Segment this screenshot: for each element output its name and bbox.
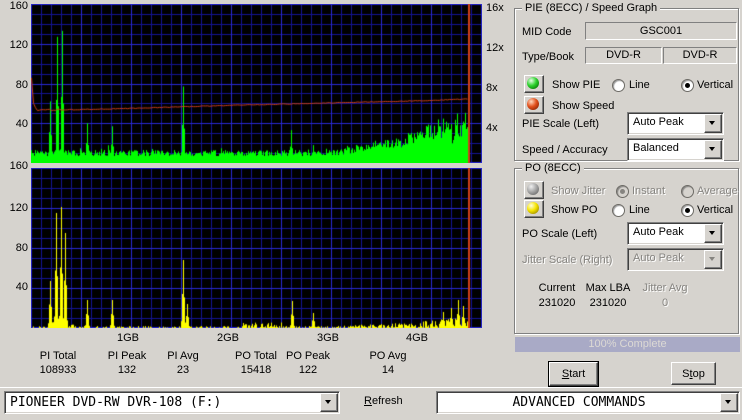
po-peak-label: PO Peak bbox=[279, 350, 337, 362]
book-type-field: DVD-R bbox=[663, 47, 737, 64]
pie-vertical-radio[interactable] bbox=[681, 79, 694, 92]
disc-quality-scan-window: 160 120 80 40 16x 12x 8x 4x 160 120 80 4… bbox=[0, 0, 742, 420]
max-lba-label: Max LBA bbox=[578, 282, 638, 294]
disc-type-field: DVD-R bbox=[585, 47, 662, 64]
pi-total-label: PI Total bbox=[23, 350, 93, 362]
jitter-average-radio bbox=[681, 185, 694, 198]
po-scale-label: PO Scale (Left) bbox=[522, 228, 597, 240]
pie-speed-chart bbox=[31, 4, 482, 163]
jitter-avg-value: 0 bbox=[635, 297, 695, 309]
gray-led-icon bbox=[527, 183, 539, 195]
show-jitter-label: Show Jitter bbox=[551, 185, 605, 197]
po-total-label: PO Total bbox=[225, 350, 287, 362]
yellow-led-icon bbox=[527, 202, 539, 214]
advanced-commands-value: ADVANCED COMMANDS bbox=[437, 395, 721, 410]
po-avg-value: 14 bbox=[359, 364, 417, 376]
refresh-link[interactable]: Refresh bbox=[364, 395, 403, 407]
type-book-label: Type/Book bbox=[522, 51, 574, 63]
pie-group-title: PIE (8ECC) / Speed Graph bbox=[522, 2, 660, 14]
jitter-instant-label: Instant bbox=[632, 185, 665, 197]
po-line-label: Line bbox=[629, 204, 650, 216]
show-jitter-led-button bbox=[524, 181, 544, 199]
mid-code-label: MID Code bbox=[522, 26, 572, 38]
max-lba-value: 231020 bbox=[578, 297, 638, 309]
stop-button[interactable]: Stop bbox=[671, 362, 716, 385]
show-po-label: Show PO bbox=[551, 204, 597, 216]
pie-line-label: Line bbox=[629, 79, 650, 91]
x-tick-3gb: 3GB bbox=[310, 332, 346, 344]
pie-y-tick-40: 40 bbox=[2, 118, 28, 130]
speed-accuracy-label: Speed / Accuracy bbox=[522, 144, 608, 156]
po-group-title: PO (8ECC) bbox=[522, 162, 584, 174]
show-pie-label: Show PIE bbox=[552, 79, 600, 91]
chevron-down-icon bbox=[704, 250, 722, 269]
device-select[interactable]: PIONEER DVD-RW DVR-108 (F:) bbox=[4, 391, 340, 414]
jitter-avg-label: Jitter Avg bbox=[635, 282, 695, 294]
po-chart bbox=[31, 168, 482, 328]
show-speed-led-button[interactable] bbox=[524, 96, 544, 114]
pi-total-value: 108933 bbox=[23, 364, 93, 376]
speed-tick-8x: 8x bbox=[486, 82, 498, 94]
pi-peak-label: PI Peak bbox=[97, 350, 157, 362]
show-pie-led-button[interactable] bbox=[524, 75, 544, 93]
chevron-down-icon[interactable] bbox=[704, 114, 722, 133]
advanced-commands-select[interactable]: ADVANCED COMMANDS bbox=[436, 391, 740, 414]
pie-y-tick-120: 120 bbox=[2, 39, 28, 51]
pie-y-tick-160: 160 bbox=[2, 0, 28, 12]
progress-bar: 100% Complete bbox=[515, 337, 740, 352]
x-tick-2gb: 2GB bbox=[210, 332, 246, 344]
show-speed-label: Show Speed bbox=[552, 100, 614, 112]
jitter-scale-select: Auto Peak bbox=[627, 248, 724, 271]
jitter-average-label: Average bbox=[697, 185, 738, 197]
pi-avg-value: 23 bbox=[154, 364, 212, 376]
po-y-tick-80: 80 bbox=[2, 242, 28, 254]
pie-scale-value: Auto Peak bbox=[633, 116, 684, 128]
po-scale-value: Auto Peak bbox=[633, 226, 684, 238]
green-led-icon bbox=[527, 77, 539, 89]
red-led-icon bbox=[527, 98, 539, 110]
po-y-tick-40: 40 bbox=[2, 281, 28, 293]
jitter-instant-radio bbox=[616, 185, 629, 198]
pie-y-tick-80: 80 bbox=[2, 79, 28, 91]
pie-line-radio[interactable] bbox=[612, 79, 625, 92]
start-button[interactable]: Start bbox=[549, 362, 598, 386]
pie-speed-group: PIE (8ECC) / Speed Graph MID Code GSC001… bbox=[514, 8, 739, 161]
pie-scale-select[interactable]: Auto Peak bbox=[627, 112, 724, 135]
chevron-down-icon[interactable] bbox=[704, 224, 722, 243]
po-vertical-radio[interactable] bbox=[681, 204, 694, 217]
jitter-scale-label: Jitter Scale (Right) bbox=[522, 254, 612, 266]
po-group: PO (8ECC) Show Jitter Instant Average Sh… bbox=[514, 168, 739, 334]
po-total-value: 15418 bbox=[225, 364, 287, 376]
speed-accuracy-select[interactable]: Balanced bbox=[627, 138, 724, 161]
device-select-value: PIONEER DVD-RW DVR-108 (F:) bbox=[10, 395, 221, 410]
chevron-down-icon[interactable] bbox=[320, 393, 338, 412]
po-peak-value: 122 bbox=[279, 364, 337, 376]
chevron-down-icon[interactable] bbox=[720, 393, 738, 412]
speed-tick-16x: 16x bbox=[486, 2, 504, 14]
pie-scale-label: PIE Scale (Left) bbox=[522, 118, 599, 130]
po-vertical-label: Vertical bbox=[697, 204, 733, 216]
show-po-led-button[interactable] bbox=[524, 200, 544, 218]
pi-avg-label: PI Avg bbox=[154, 350, 212, 362]
po-y-tick-160: 160 bbox=[2, 160, 28, 172]
chevron-down-icon[interactable] bbox=[704, 140, 722, 159]
pie-vertical-label: Vertical bbox=[697, 79, 733, 91]
po-line-radio[interactable] bbox=[612, 204, 625, 217]
po-avg-label: PO Avg bbox=[359, 350, 417, 362]
jitter-scale-value: Auto Peak bbox=[633, 252, 684, 264]
speed-accuracy-value: Balanced bbox=[633, 142, 679, 154]
pi-peak-value: 132 bbox=[97, 364, 157, 376]
po-y-tick-120: 120 bbox=[2, 202, 28, 214]
x-tick-4gb: 4GB bbox=[399, 332, 435, 344]
x-tick-1gb: 1GB bbox=[110, 332, 146, 344]
bottom-bar-divider bbox=[0, 387, 742, 388]
po-scale-select[interactable]: Auto Peak bbox=[627, 222, 724, 245]
speed-tick-12x: 12x bbox=[486, 42, 504, 54]
speed-tick-4x: 4x bbox=[486, 122, 498, 134]
mid-code-field: GSC001 bbox=[585, 22, 737, 40]
